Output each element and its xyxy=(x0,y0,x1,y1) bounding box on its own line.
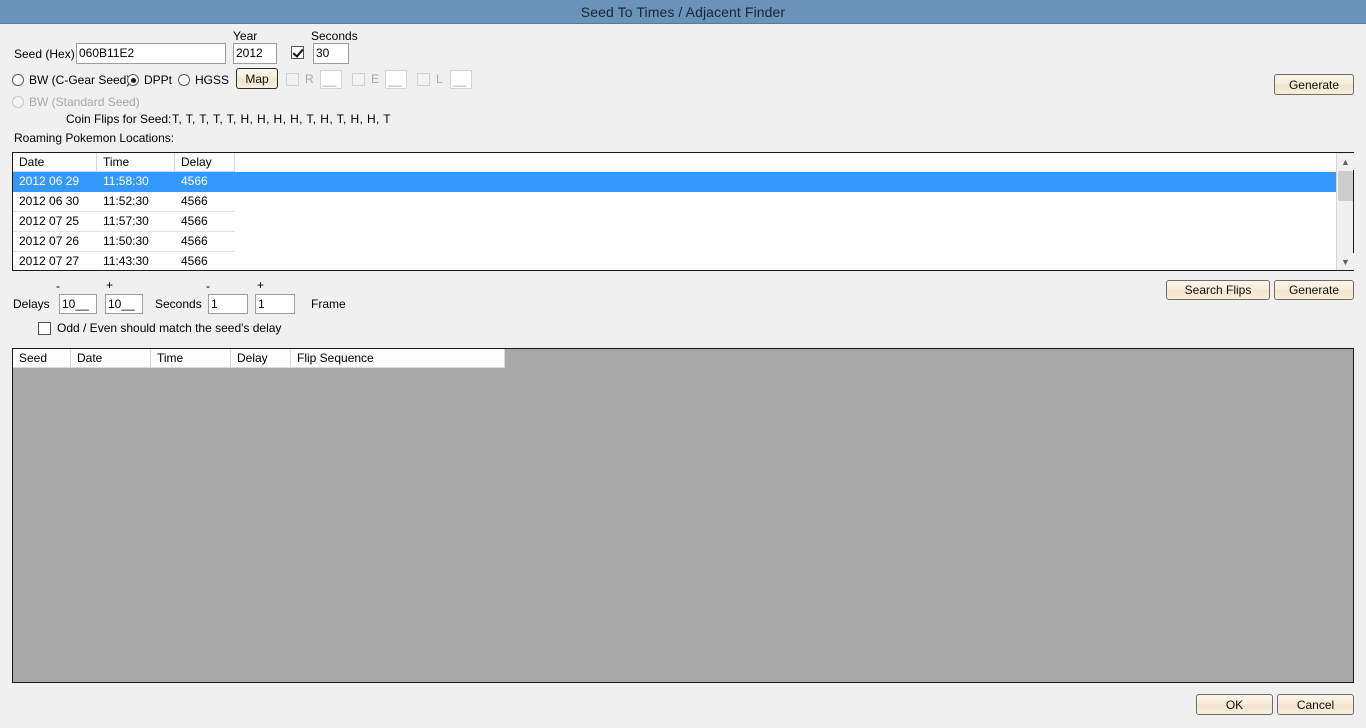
year-input[interactable]: 2012 xyxy=(233,43,277,64)
cell-delay: 4566 xyxy=(175,232,235,252)
results-listview-header: Seed Date Time Delay Flip Sequence xyxy=(13,349,505,368)
cell-delay: 4566 xyxy=(175,172,235,192)
search-flips-button[interactable]: Search Flips xyxy=(1166,280,1270,300)
results-listview[interactable]: Seed Date Time Delay Flip Sequence xyxy=(12,348,1354,683)
frame-label: Frame xyxy=(311,297,346,311)
seconds-range-label: Seconds xyxy=(155,297,202,311)
window-titlebar: Seed To Times / Adjacent Finder xyxy=(0,0,1366,24)
coin-flips-label: Coin Flips for Seed: xyxy=(66,112,172,126)
delay-minus-sign: - xyxy=(56,279,60,293)
ok-button[interactable]: OK xyxy=(1196,694,1273,715)
cell-delay: 4566 xyxy=(175,212,235,232)
cell-delay: 4566 xyxy=(175,252,235,270)
key-r-input[interactable]: __ xyxy=(320,70,342,89)
results-column-date[interactable]: Date xyxy=(71,349,151,368)
radio-dot-icon xyxy=(127,74,139,86)
results-column-seed[interactable]: Seed xyxy=(13,349,71,368)
year-label: Year xyxy=(233,29,258,43)
cancel-button[interactable]: Cancel xyxy=(1277,694,1354,715)
key-l-input[interactable]: __ xyxy=(450,70,472,89)
radio-bw-cgear-seed[interactable]: BW (C-Gear Seed) xyxy=(12,73,130,87)
radio-label-dppt: DPPt xyxy=(144,73,173,87)
roaming-listview-rows: 2012 06 29 11:58:30 4566 2012 06 30 11:5… xyxy=(13,172,1353,270)
roaming-vertical-scrollbar[interactable]: ▲ ▼ xyxy=(1336,153,1354,270)
results-column-delay[interactable]: Delay xyxy=(231,349,291,368)
radio-label-hgss: HGSS xyxy=(195,73,230,87)
results-column-flip-sequence[interactable]: Flip Sequence xyxy=(291,349,505,368)
checkbox-box-icon xyxy=(38,321,51,335)
roaming-column-time[interactable]: Time xyxy=(97,153,175,172)
checkbox-check-icon xyxy=(291,46,304,59)
table-row[interactable]: 2012 06 30 11:52:30 4566 xyxy=(13,192,1353,212)
cell-date: 2012 07 27 xyxy=(13,252,97,270)
roaming-listview[interactable]: Date Time Delay 2012 06 29 11:58:30 4566… xyxy=(12,152,1354,271)
radio-bw-standard-seed[interactable]: BW (Standard Seed) xyxy=(12,95,140,109)
seconds-minus-sign: - xyxy=(206,279,210,293)
seconds-plus-input[interactable]: 1 xyxy=(255,294,295,314)
table-row[interactable]: 2012 06 29 11:58:30 4566 xyxy=(13,172,1353,192)
cell-date: 2012 07 25 xyxy=(13,212,97,232)
delays-label: Delays xyxy=(13,297,50,311)
seconds-input[interactable]: 30 xyxy=(313,43,349,64)
cell-time: 11:57:30 xyxy=(97,212,175,232)
radio-label-bw-standard: BW (Standard Seed) xyxy=(29,95,140,109)
cell-time: 11:52:30 xyxy=(97,192,175,212)
coin-flips-value: T, T, T, T, T, H, H, H, H, T, H, T, H, H… xyxy=(172,112,392,126)
seed-hex-input[interactable]: 060B11E2 xyxy=(76,43,226,64)
cell-time: 11:58:30 xyxy=(97,172,175,192)
checkbox-box-icon xyxy=(352,72,365,86)
roaming-column-date[interactable]: Date xyxy=(13,153,97,172)
radio-dppt[interactable]: DPPt xyxy=(127,73,172,87)
scrollbar-thumb[interactable] xyxy=(1338,171,1353,201)
radio-label-bw-cgear: BW (C-Gear Seed) xyxy=(29,73,131,87)
seed-hex-label: Seed (Hex) xyxy=(14,47,75,61)
generate-times-button[interactable]: Generate xyxy=(1274,74,1354,95)
table-row[interactable]: 2012 07 26 11:50:30 4566 xyxy=(13,232,1353,252)
key-l-checkbox[interactable]: L xyxy=(417,72,443,86)
generate-flips-button[interactable]: Generate xyxy=(1274,280,1354,300)
seconds-label: Seconds xyxy=(311,29,358,43)
cell-time: 11:50:30 xyxy=(97,232,175,252)
odd-even-match-checkbox[interactable]: Odd / Even should match the seed's delay xyxy=(38,321,281,335)
key-e-input[interactable]: __ xyxy=(385,70,407,89)
results-column-time[interactable]: Time xyxy=(151,349,231,368)
key-l-label: L xyxy=(436,72,443,86)
key-r-checkbox[interactable]: R xyxy=(286,72,314,86)
map-button[interactable]: Map xyxy=(236,68,278,89)
odd-even-match-label: Odd / Even should match the seed's delay xyxy=(57,321,282,335)
roaming-locations-label: Roaming Pokemon Locations: xyxy=(14,131,175,145)
cell-date: 2012 07 26 xyxy=(13,232,97,252)
table-row[interactable]: 2012 07 25 11:57:30 4566 xyxy=(13,212,1353,232)
radio-dot-icon xyxy=(12,74,24,86)
roaming-column-delay[interactable]: Delay xyxy=(175,153,235,172)
key-r-label: R xyxy=(305,72,314,86)
window-title: Seed To Times / Adjacent Finder xyxy=(580,3,786,20)
seconds-minus-input[interactable]: 1 xyxy=(208,294,248,314)
delay-minus-input[interactable]: 10__ xyxy=(59,294,97,314)
scroll-up-arrow-icon[interactable]: ▲ xyxy=(1337,153,1354,170)
table-row[interactable]: 2012 07 27 11:43:30 4566 xyxy=(13,252,1353,270)
key-e-checkbox[interactable]: E xyxy=(352,72,379,86)
cell-delay: 4566 xyxy=(175,192,235,212)
roaming-listview-header: Date Time Delay xyxy=(13,153,1353,172)
seconds-enable-checkbox[interactable] xyxy=(291,46,304,59)
radio-dot-icon xyxy=(12,96,24,108)
seconds-plus-sign: + xyxy=(257,278,265,292)
delay-plus-input[interactable]: 10__ xyxy=(105,294,143,314)
cell-date: 2012 06 30 xyxy=(13,192,97,212)
radio-hgss[interactable]: HGSS xyxy=(178,73,229,87)
cell-date: 2012 06 29 xyxy=(13,172,97,192)
radio-dot-icon xyxy=(178,74,190,86)
delay-plus-sign: + xyxy=(106,278,114,292)
scroll-down-arrow-icon[interactable]: ▼ xyxy=(1337,253,1354,270)
cell-time: 11:43:30 xyxy=(97,252,175,270)
checkbox-box-icon xyxy=(286,72,299,86)
checkbox-box-icon xyxy=(417,72,430,86)
key-e-label: E xyxy=(371,72,380,86)
